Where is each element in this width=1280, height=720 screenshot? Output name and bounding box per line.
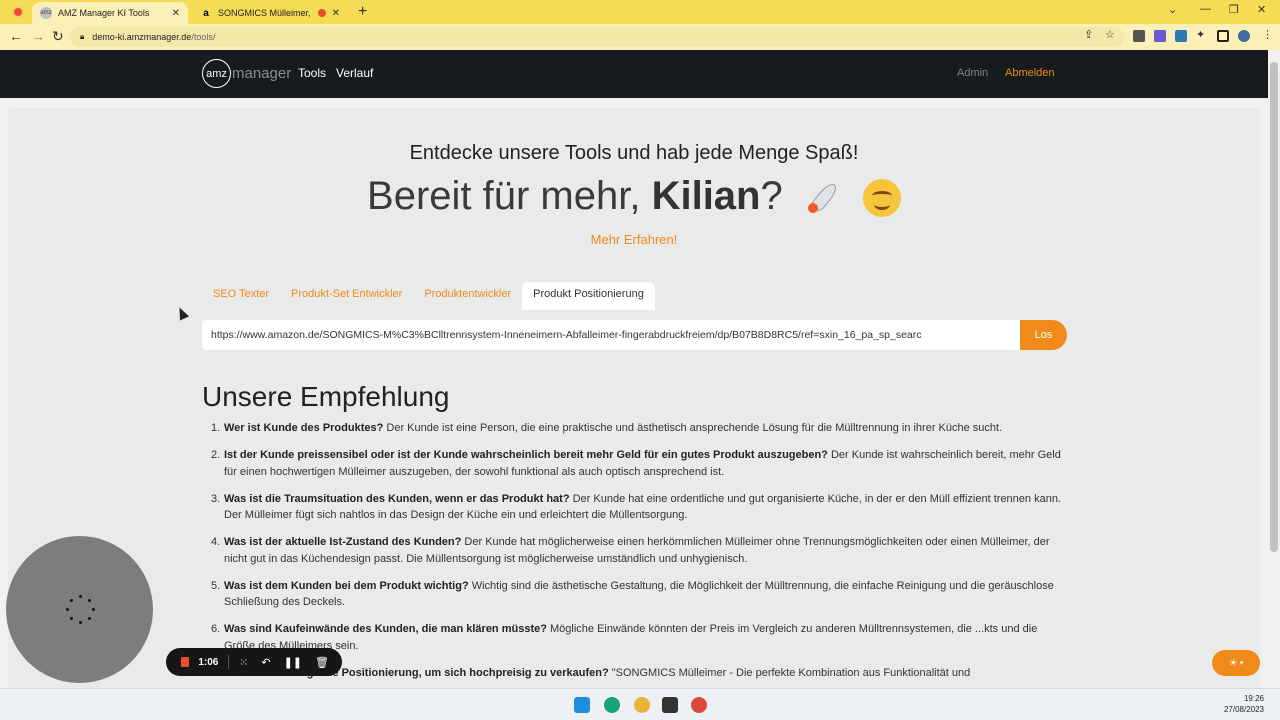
close-tab-icon[interactable]: ✕ — [172, 8, 180, 19]
back-icon[interactable]: ← — [9, 28, 23, 44]
recording-time: 1:06 — [198, 656, 219, 668]
windows-taskbar: 19:26 27/08/2023 — [0, 688, 1280, 720]
restore-icon[interactable]: ❐ — [1229, 3, 1239, 16]
extension-icon[interactable] — [1133, 30, 1145, 42]
product-url-input[interactable] — [202, 320, 1020, 350]
nav-link-admin[interactable]: Admin — [957, 67, 988, 79]
edge-browser-icon[interactable] — [604, 697, 620, 713]
recommendation-list: 1. Wer ist Kunde des Produktes? Der Kunde… — [211, 420, 1064, 688]
close-tab-icon[interactable]: ✕ — [332, 8, 340, 19]
theme-toggle-button[interactable]: ☀ ▾ — [1212, 650, 1260, 676]
list-item: 2. Ist der Kunde preissensibel oder ist d… — [211, 449, 1061, 478]
loading-spinner-icon — [66, 595, 96, 625]
amazon-favicon-icon: a — [203, 7, 209, 19]
url-host: demo-ki.amzmanager.de — [92, 32, 192, 42]
smiling-face-emoji-icon — [862, 179, 901, 218]
recommendation-title: Unsere Empfehlung — [202, 381, 450, 412]
tool-tabs: SEO Texter Produkt-Set Entwickler Produk… — [202, 282, 655, 310]
rocket-emoji-icon — [804, 179, 842, 217]
share-icon[interactable]: ⇪ — [1084, 28, 1093, 41]
chrome-browser-icon[interactable] — [634, 697, 650, 713]
scrollbar-thumb[interactable] — [1270, 62, 1278, 552]
web-page: amz manager Tools Verlauf Admin Abmelden… — [0, 50, 1268, 688]
list-item: 4. Was ist der aktuelle Ist-Zustand des K… — [211, 536, 1050, 565]
tab-title: AMZ Manager KI Tools — [58, 8, 150, 18]
browser-tab-songmics[interactable]: a SONGMICS Mülleimer, 2 x 3... ✕ — [192, 2, 348, 24]
hero-title-suffix: ? — [760, 174, 783, 218]
system-clock[interactable]: 19:26 27/08/2023 — [1224, 693, 1264, 715]
bookmark-star-icon[interactable]: ☆ — [1105, 28, 1115, 41]
hero-title-name: Kilian — [651, 174, 761, 218]
product-url-form: Los — [202, 320, 1067, 350]
extension-icon[interactable] — [1175, 30, 1187, 42]
list-item: 7.Was ist eine mögliche Positionierung, … — [211, 666, 971, 679]
recording-indicator-icon — [12, 6, 24, 18]
address-bar[interactable]: 🔒︎ demo-ki.amzmanager.de/tools/ — [70, 27, 1124, 47]
screen-recorder-toolbar: 1:06 ⁙ ↶ ❚❚ 🗑︎ — [166, 648, 342, 676]
side-panel-icon[interactable] — [1217, 30, 1229, 42]
url-path: /tools/ — [191, 32, 216, 42]
browser-toolbar: ← → ↻ 🔒︎ demo-ki.amzmanager.de/tools/ ⇪ … — [0, 24, 1280, 50]
sun-icon: ☀ — [1228, 657, 1238, 669]
site-navbar: amz manager Tools Verlauf Admin Abmelden — [0, 50, 1268, 98]
logo-circle: amz — [202, 59, 231, 88]
tab-search-chevron-icon[interactable]: ⌄ — [1168, 3, 1177, 16]
logo-text: manager — [232, 65, 292, 82]
tab-recording-icon — [317, 9, 326, 17]
minimize-icon[interactable]: — — [1200, 3, 1211, 15]
hero-title-prefix: Bereit für mehr, — [367, 174, 652, 218]
hero-subtitle: Entdecke unsere Tools und hab jede Menge… — [409, 142, 859, 164]
close-window-icon[interactable]: ✕ — [1257, 3, 1266, 16]
trash-icon[interactable]: 🗑︎ — [315, 656, 329, 669]
browser-tabbar: amz AMZ Manager KI Tools ✕ a SONGMICS Mü… — [0, 0, 1280, 24]
chrome-browser-icon[interactable] — [691, 697, 707, 713]
tab-title: SONGMICS Mülleimer, 2 x 3... — [218, 8, 312, 18]
terminal-icon[interactable] — [662, 697, 678, 713]
list-item: 3. Was ist die Traumsituation des Kunden,… — [211, 492, 1061, 522]
menu-kebab-icon[interactable]: ⋮ — [1262, 28, 1273, 41]
extension-icon[interactable] — [1154, 30, 1166, 42]
lock-icon: 🔒︎ — [80, 32, 85, 41]
stop-recording-icon[interactable] — [181, 657, 190, 667]
caret-down-icon: ▾ — [1239, 660, 1244, 667]
page-scrollbar[interactable] — [1268, 50, 1280, 688]
amz-favicon-icon: amz — [40, 7, 52, 19]
list-item: 6. Was sind Kaufeinwände des Kunden, die … — [211, 623, 1038, 652]
new-tab-icon[interactable]: + — [358, 3, 367, 21]
list-item: 1. Wer ist Kunde des Produktes? Der Kunde… — [211, 422, 1003, 434]
undo-icon[interactable]: ↶ — [261, 656, 270, 669]
nav-link-logout[interactable]: Abmelden — [1005, 67, 1055, 79]
reload-icon[interactable]: ↻ — [52, 28, 64, 45]
clock-date: 27/08/2023 — [1223, 705, 1264, 714]
tab-produktentwickler[interactable]: Produktentwickler — [413, 282, 522, 310]
more-info-link[interactable]: Mehr Erfahren! — [0, 232, 1268, 247]
tab-seo-texter[interactable]: SEO Texter — [202, 282, 280, 310]
forward-icon[interactable]: → — [31, 28, 45, 44]
windows-start-icon[interactable] — [574, 697, 590, 713]
profile-avatar-icon[interactable] — [1238, 30, 1250, 42]
amz-manager-logo[interactable]: amz manager — [202, 59, 291, 88]
tab-produkt-set-entwickler[interactable]: Produkt-Set Entwickler — [280, 282, 413, 310]
submit-button[interactable]: Los — [1020, 320, 1067, 350]
pause-icon[interactable]: ❚❚ — [284, 656, 302, 669]
webcam-overlay — [6, 536, 153, 683]
list-item: 5. Was ist dem Kunden bei dem Produkt wic… — [211, 579, 1054, 609]
nav-link-tools[interactable]: Tools — [298, 66, 326, 80]
grid-icon[interactable]: ⁙ — [239, 656, 248, 669]
nav-link-verlauf[interactable]: Verlauf — [336, 66, 373, 80]
hero-title: Bereit für mehr, Kilian? — [0, 174, 1268, 219]
extensions-puzzle-icon[interactable]: ✦ — [1196, 28, 1205, 41]
divider — [228, 655, 230, 669]
browser-tab-amz-manager[interactable]: amz AMZ Manager KI Tools ✕ — [32, 2, 188, 24]
clock-time: 19:26 — [1243, 694, 1264, 703]
tab-produkt-positionierung[interactable]: Produkt Positionierung — [522, 282, 655, 310]
